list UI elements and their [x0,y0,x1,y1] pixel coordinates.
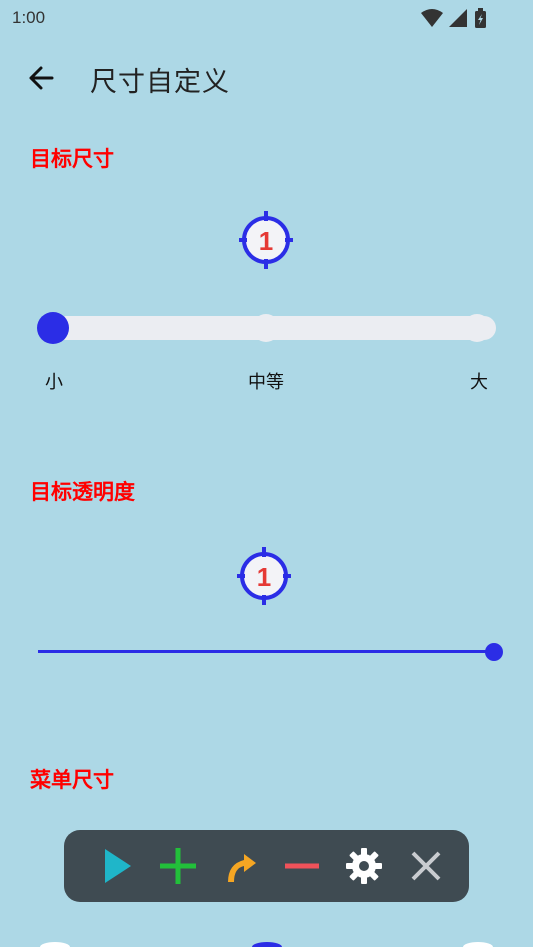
target-number: 1 [257,562,271,592]
app-bar: 尺寸自定义 [0,48,533,108]
floating-toolbar [64,830,469,902]
swipe-button[interactable] [217,844,263,888]
target-crosshair-icon: 1 [239,211,293,269]
page-title: 尺寸自定义 [90,67,230,98]
size-label-small: 小 [45,372,63,393]
close-button[interactable] [403,844,449,888]
target-crosshair-icon: 1 [237,547,291,605]
size-slider-stop-large[interactable] [463,314,491,342]
status-bar: 1:00 [0,0,533,36]
add-button[interactable] [155,844,201,888]
target-number: 1 [259,226,273,256]
play-icon [105,849,131,883]
status-icons [421,8,486,28]
signal-icon [449,9,467,27]
gear-icon [346,848,382,884]
settings-button[interactable] [341,844,387,888]
back-button[interactable] [22,60,62,96]
menu-size-slider-peek [463,942,493,947]
status-time: 1:00 [12,8,46,27]
menu-size-slider-thumb-peek [252,942,282,947]
arrow-left-icon [29,66,54,90]
size-slider-thumb[interactable] [37,312,69,344]
wifi-icon [421,9,443,27]
minus-icon [285,863,319,869]
size-slider-stop-medium[interactable] [252,314,280,342]
close-icon [411,851,441,881]
plus-icon [160,848,196,884]
section-title-target-opacity: 目标透明度 [30,480,135,504]
section-title-target-size: 目标尺寸 [30,147,114,171]
swipe-arrow-icon [228,854,256,882]
opacity-slider-thumb[interactable] [485,643,503,661]
play-button[interactable] [94,844,140,888]
battery-charging-icon [475,8,486,28]
remove-button[interactable] [279,844,325,888]
size-label-large: 大 [470,372,488,393]
menu-size-slider-peek [40,942,70,947]
section-title-menu-size: 菜单尺寸 [30,768,114,792]
opacity-slider-track[interactable] [38,650,494,653]
size-label-medium: 中等 [248,372,284,393]
